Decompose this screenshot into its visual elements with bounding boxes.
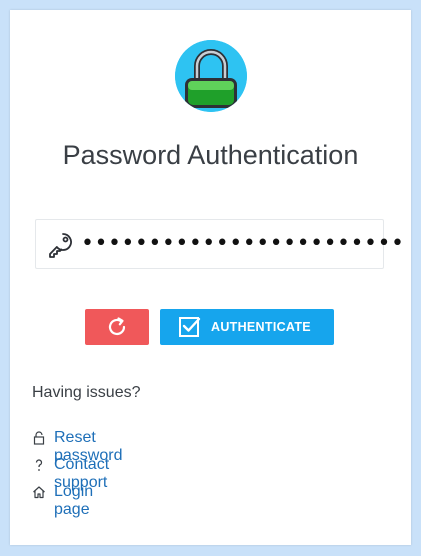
key-icon bbox=[46, 231, 74, 259]
page-title: Password Authentication bbox=[62, 140, 359, 170]
refresh-icon bbox=[108, 317, 126, 336]
auth-card: Password Authentication ••••••••••••••••… bbox=[10, 10, 411, 545]
password-field[interactable]: •••••••••••••••••••••••• bbox=[35, 219, 404, 269]
login-page-label: Login page bbox=[54, 483, 94, 518]
unlock-icon bbox=[32, 431, 46, 445]
authenticate-button[interactable]: AUTHENTICATE bbox=[160, 309, 334, 345]
question-icon bbox=[32, 458, 46, 472]
authenticate-label: AUTHENTICATE bbox=[211, 320, 311, 334]
refresh-button[interactable] bbox=[85, 309, 149, 345]
help-heading: Having issues? bbox=[32, 384, 141, 401]
password-masked-value: •••••••••••••••••••••••• bbox=[81, 231, 405, 256]
home-icon bbox=[32, 485, 46, 499]
checkbox-checked-icon bbox=[179, 317, 201, 337]
lock-logo-icon bbox=[175, 40, 247, 112]
